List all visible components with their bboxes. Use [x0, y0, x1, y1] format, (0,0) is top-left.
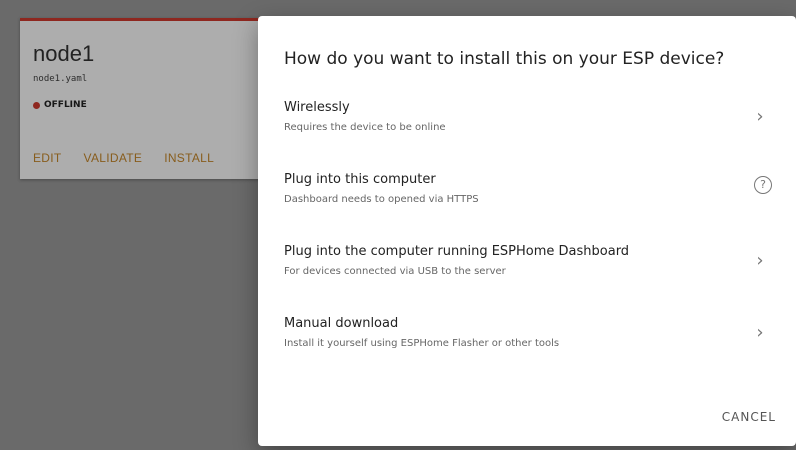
option-description: For devices connected via USB to the ser…: [284, 266, 506, 277]
option-title: Wirelessly: [284, 100, 350, 115]
option-wirelessly[interactable]: Wirelessly Requires the device to be onl…: [258, 94, 796, 150]
help-icon[interactable]: ?: [754, 176, 772, 194]
option-title: Manual download: [284, 316, 399, 331]
option-description: Install it yourself using ESPHome Flashe…: [284, 338, 560, 349]
chevron-right-icon: ›: [756, 106, 764, 127]
option-description: Requires the device to be online: [284, 122, 446, 133]
option-plug-into-this-computer[interactable]: Plug into this computer Dashboard needs …: [258, 166, 796, 222]
option-title: Plug into this computer: [284, 172, 436, 187]
dialog-title: How do you want to install this on your …: [284, 49, 725, 69]
option-plug-into-server-computer[interactable]: Plug into the computer running ESPHome D…: [258, 238, 796, 294]
option-title: Plug into the computer running ESPHome D…: [284, 244, 630, 259]
chevron-right-icon: ›: [756, 250, 764, 271]
install-dialog: How do you want to install this on your …: [258, 16, 796, 446]
option-description: Dashboard needs to opened via HTTPS: [284, 194, 479, 205]
chevron-right-icon: ›: [756, 322, 764, 343]
option-manual-download[interactable]: Manual download Install it yourself usin…: [258, 310, 796, 366]
cancel-button[interactable]: CANCEL: [718, 404, 780, 430]
